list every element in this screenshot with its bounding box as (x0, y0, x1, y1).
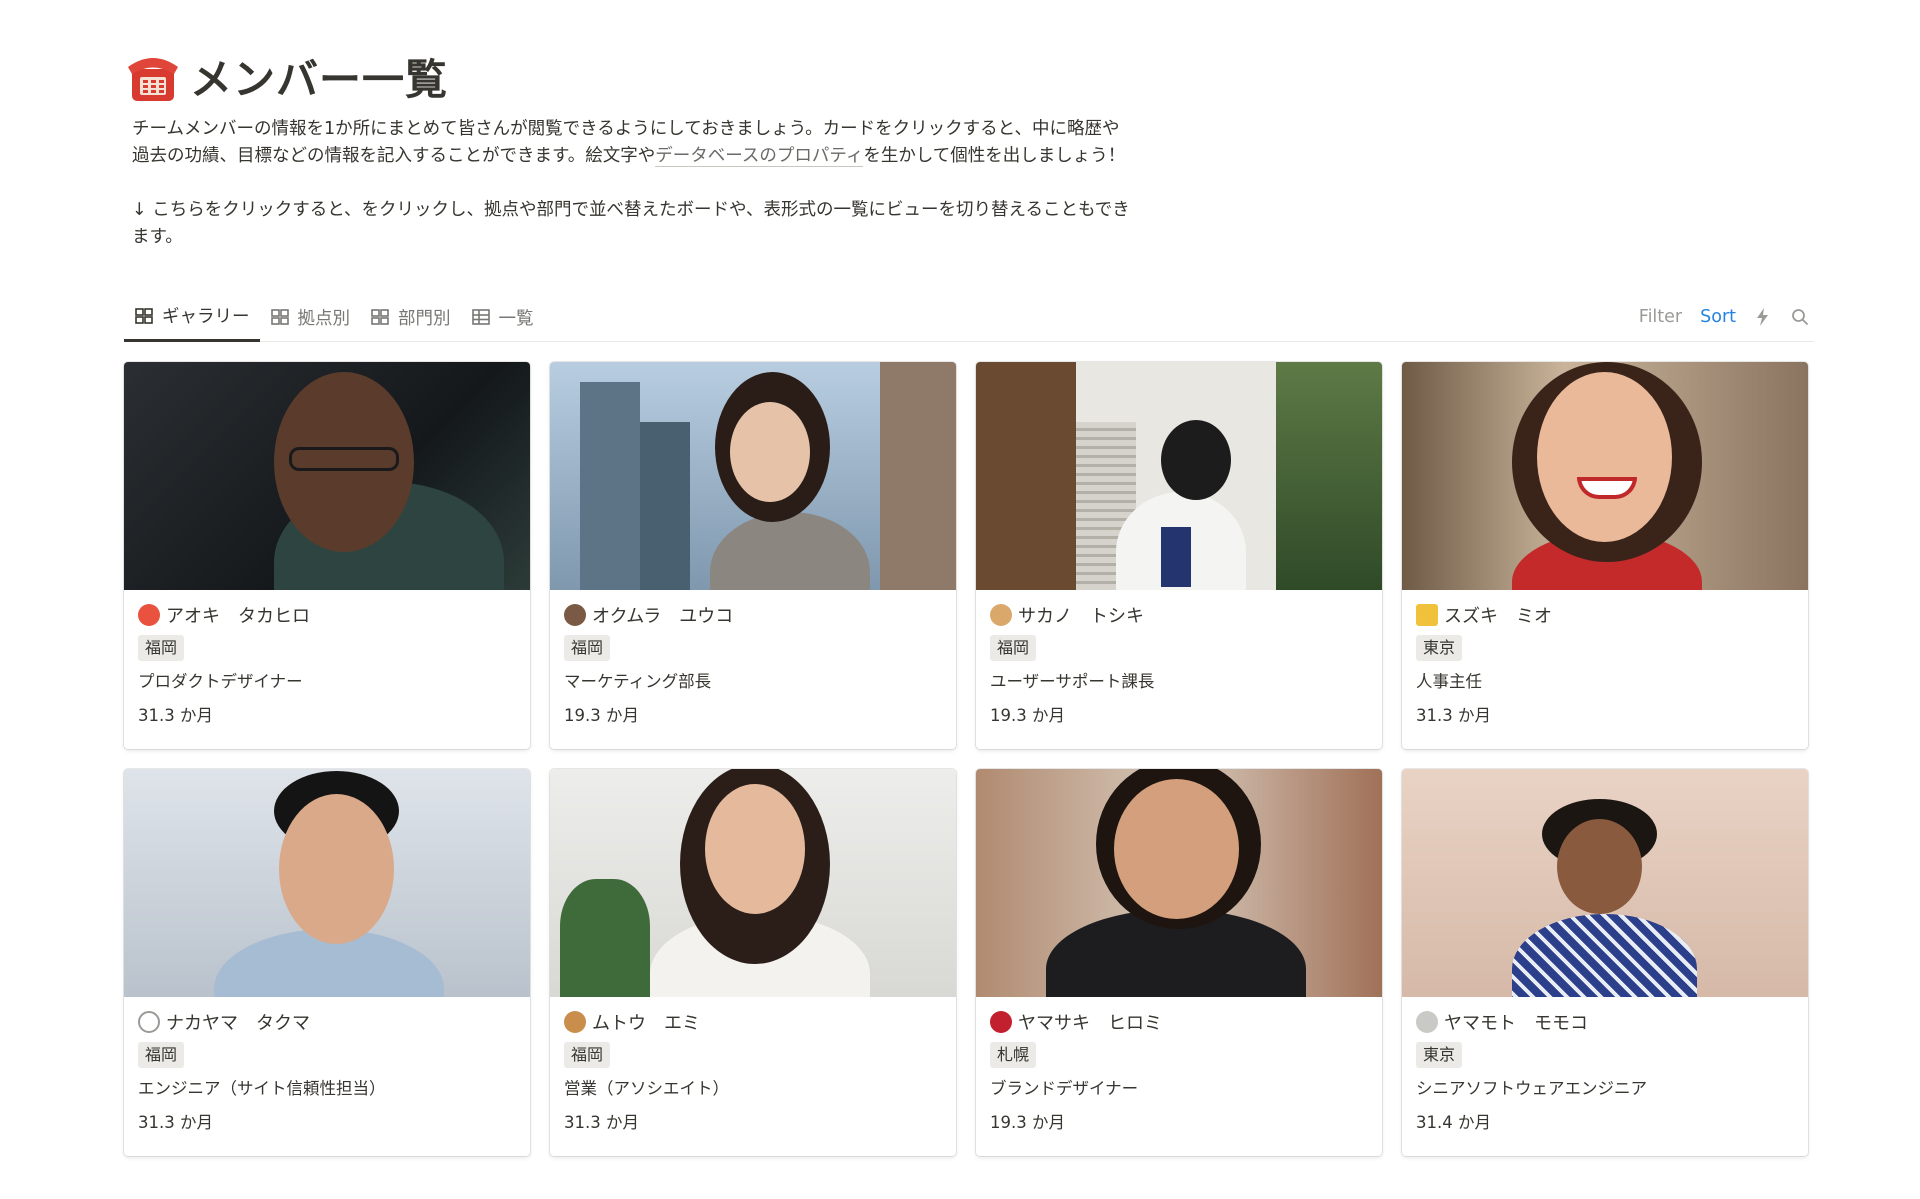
location-tag: 福岡 (138, 635, 185, 661)
member-card[interactable]: ヤマモト モモコ 東京 シニアソフトウェアエンジニア 31.4 か月 (1402, 769, 1808, 1156)
member-role: マーケティング部長 (564, 672, 712, 691)
cover-photo (124, 362, 530, 590)
member-role: シニアソフトウェアエンジニア (1416, 1079, 1647, 1098)
member-name: オクムラ ユウコ (592, 606, 734, 627)
description-text: を生かして個性を出しましょう！ (863, 146, 1126, 166)
title-row: メンバー一覧 (124, 40, 1814, 112)
page: メンバー一覧 チームメンバーの情報を1か所にまとめて皆さんが閲覧できるようにして… (124, 40, 1814, 1156)
member-card[interactable]: オクムラ ユウコ 福岡 マーケティング部長 19.3 か月 (550, 362, 956, 749)
database-properties-link[interactable]: データベースのプロパティ (655, 146, 864, 167)
ping-pong-icon (138, 604, 160, 626)
member-card[interactable]: ヤマサキ ヒロミ 札幌 ブランドデザイナー 19.3 か月 (976, 769, 1382, 1156)
description-paragraph-1: チームメンバーの情報を1か所にまとめて皆さんが閲覧できるようにしておきましょう。… (132, 116, 1132, 170)
tab-label: 拠点別 (297, 308, 351, 329)
member-card[interactable]: ナカヤマ タクマ 福岡 エンジニア（サイト信頼性担当） 31.3 か月 (124, 769, 530, 1156)
view-tools: Filter Sort (1639, 292, 1814, 342)
member-role: ユーザーサポート課長 (990, 672, 1155, 691)
cover-photo (976, 362, 1382, 590)
tab-list[interactable]: 一覧 (461, 292, 544, 342)
location-tag: 福岡 (138, 1042, 185, 1068)
member-name: ナカヤマ タクマ (166, 1013, 310, 1034)
tab-label: 一覧 (498, 308, 534, 329)
member-tenure: 31.3 か月 (564, 1113, 639, 1132)
bear-icon (564, 604, 586, 626)
dog-icon (990, 604, 1012, 626)
member-card[interactable]: サカノ トシキ 福岡 ユーザーサポート課長 19.3 か月 (976, 362, 1382, 749)
table-icon (471, 309, 490, 325)
member-name: スズキ ミオ (1444, 606, 1552, 627)
cover-photo (1402, 769, 1808, 997)
gallery-icon (135, 307, 153, 324)
member-name: サカノ トシキ (1018, 606, 1144, 627)
member-tenure: 31.3 か月 (138, 1113, 213, 1132)
member-name: アオキ タカヒロ (166, 606, 310, 627)
cover-photo (976, 769, 1382, 997)
cover-photo (550, 769, 956, 997)
location-tag: 東京 (1416, 635, 1463, 661)
gallery-grid: アオキ タカヒロ 福岡 プロダクトデザイナー 31.3 か月 オクムラ ユウコ … (124, 362, 1814, 1156)
tab-by-location[interactable]: 拠点別 (260, 292, 361, 342)
tab-label: 部門別 (398, 308, 451, 329)
cover-photo (550, 362, 956, 590)
member-tenure: 31.3 か月 (1416, 706, 1491, 725)
location-tag: 札幌 (990, 1042, 1037, 1068)
member-role: エンジニア（サイト信頼性担当） (138, 1079, 386, 1098)
telephone-icon (128, 58, 178, 101)
member-tenure: 31.4 か月 (1416, 1113, 1491, 1132)
location-tag: 福岡 (564, 635, 611, 661)
moon-icon (1416, 1011, 1438, 1033)
location-tag: 福岡 (564, 1042, 611, 1068)
search-icon[interactable] (1790, 307, 1810, 327)
member-card[interactable]: ムトウ エミ 福岡 営業（アソシエイト） 31.3 か月 (550, 769, 956, 1156)
member-name: ムトウ エミ (592, 1013, 700, 1034)
location-tag: 東京 (1416, 1042, 1463, 1068)
cover-photo (1402, 362, 1808, 590)
member-role: プロダクトデザイナー (138, 672, 303, 691)
view-tabs: ギャラリー 拠点別 部門別 一覧 (124, 292, 544, 342)
page-title: メンバー一覧 (190, 54, 449, 104)
view-tabs-bar: ギャラリー 拠点別 部門別 一覧 Filter Sort (124, 292, 1814, 342)
tab-label: ギャラリー (162, 307, 250, 327)
member-card[interactable]: アオキ タカヒロ 福岡 プロダクトデザイナー 31.3 か月 (124, 362, 530, 749)
tab-gallery[interactable]: ギャラリー (124, 292, 260, 342)
filter-button[interactable]: Filter (1639, 307, 1682, 327)
member-role: ブランドデザイナー (990, 1079, 1139, 1098)
member-role: 人事主任 (1416, 672, 1482, 691)
cookie-icon (564, 1011, 586, 1033)
headphones-icon (138, 1011, 160, 1033)
member-name: ヤマサキ ヒロミ (1018, 1013, 1162, 1034)
member-card[interactable]: スズキ ミオ 東京 人事主任 31.3 か月 (1402, 362, 1808, 749)
member-tenure: 19.3 か月 (990, 1113, 1065, 1132)
gallery-icon (371, 309, 389, 325)
rose-icon (990, 1011, 1012, 1033)
sort-button[interactable]: Sort (1700, 307, 1736, 327)
lightning-icon[interactable] (1754, 307, 1772, 327)
gallery-icon (270, 309, 289, 325)
location-tag: 福岡 (990, 635, 1037, 661)
member-tenure: 31.3 か月 (138, 706, 213, 725)
cover-photo (124, 769, 530, 997)
member-tenure: 19.3 か月 (990, 706, 1065, 725)
description-paragraph-2: ↓ こちらをクリックすると、をクリックし、拠点や部門で並べ替えたボードや、表形式… (132, 200, 1130, 247)
member-name: ヤマモト モモコ (1444, 1013, 1588, 1034)
member-role: 営業（アソシエイト） (564, 1079, 729, 1098)
tab-by-department[interactable]: 部門別 (360, 292, 461, 342)
member-tenure: 19.3 か月 (564, 706, 639, 725)
crown-icon (1416, 604, 1438, 626)
page-description: チームメンバーの情報を1か所にまとめて皆さんが閲覧できるようにしておきましょう。… (132, 116, 1132, 251)
